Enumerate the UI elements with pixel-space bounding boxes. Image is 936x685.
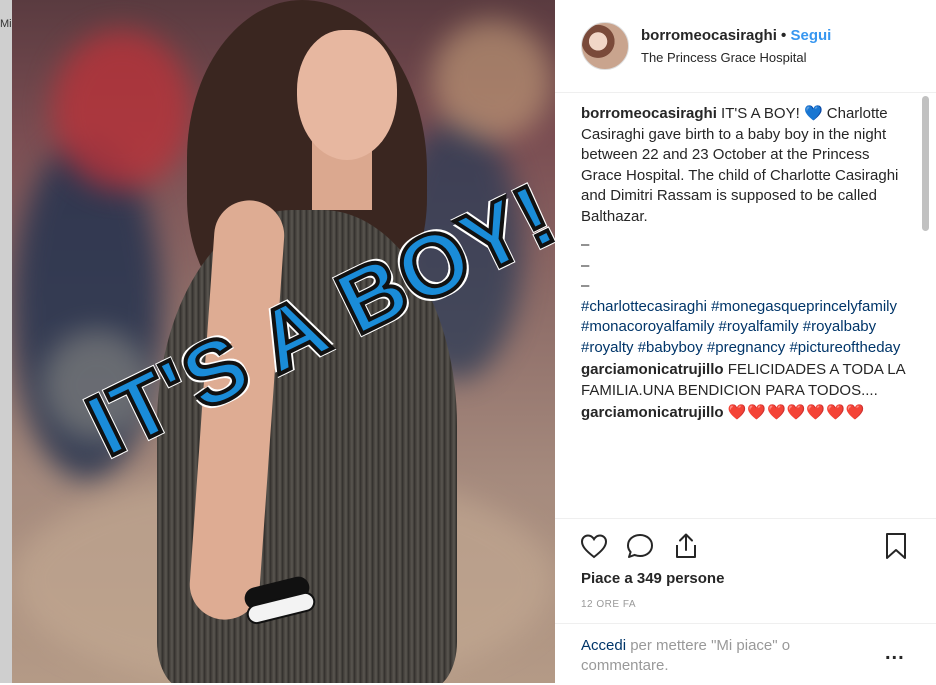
caption-hashtags[interactable]: #charlottecasiraghi #monegasqueprincelyf… (581, 297, 906, 359)
comment-item: garciamonicatrujillo ❤️❤️❤️❤️❤️❤️❤️ (581, 403, 906, 424)
location-link[interactable]: The Princess Grace Hospital (641, 50, 806, 65)
post-side-panel: borromeocasiraghi • Segui The Princess G… (555, 0, 936, 683)
heart-icon[interactable] (579, 531, 609, 561)
comments-list[interactable]: borromeocasiraghi IT'S A BOY! 💙 Charlott… (581, 104, 906, 516)
post-photo[interactable]: IT'S A BOY! (12, 0, 555, 683)
author-username[interactable]: borromeocasiraghi (641, 27, 777, 44)
separator-dot: • (781, 27, 787, 44)
post-timestamp[interactable]: 12 ORE FA (581, 599, 636, 610)
post-author-line: borromeocasiraghi • Segui (641, 27, 831, 44)
login-link[interactable]: Accedi (581, 637, 626, 654)
background-page-text: Mi (0, 18, 12, 30)
caption-dash: – (581, 277, 590, 294)
caption-dash: – (581, 236, 590, 253)
post-caption: borromeocasiraghi IT'S A BOY! 💙 Charlott… (581, 104, 906, 358)
more-options-button[interactable]: ... (885, 642, 905, 665)
caption-dash: – (581, 256, 590, 274)
comment-text: ❤️❤️❤️❤️❤️❤️❤️ (727, 404, 866, 421)
comment-item: garciamonicatrujillo FELICIDADES A TODA … (581, 360, 906, 401)
post-header: borromeocasiraghi • Segui The Princess G… (555, 0, 936, 93)
comment-login-prompt: Accedi per mettere "Mi piace" o commenta… (555, 623, 936, 685)
photo-bg-light (432, 20, 552, 140)
caption-text: IT'S A BOY! 💙 Charlotte Casiraghi gave b… (581, 105, 899, 225)
post-actions: Piace a 349 persone 12 ORE FA Accedi per… (555, 518, 936, 684)
comments-scrollbar[interactable] (922, 96, 929, 231)
caption-username[interactable]: borromeocasiraghi (581, 105, 717, 122)
comment-username[interactable]: garciamonicatrujillo (581, 361, 724, 378)
login-prompt: Accedi per mettere "Mi piace" o commenta… (581, 636, 831, 676)
photo-bg-rider (52, 30, 192, 190)
bookmark-icon[interactable] (881, 531, 911, 561)
comment-icon[interactable] (625, 531, 655, 561)
comment-username[interactable]: garciamonicatrujillo (581, 404, 724, 421)
share-icon[interactable] (671, 531, 701, 561)
follow-button[interactable]: Segui (790, 27, 831, 44)
avatar[interactable] (581, 22, 629, 70)
likes-count[interactable]: Piace a 349 persone (581, 570, 724, 587)
background-page: Mi (0, 0, 12, 683)
photo-woman-face (297, 30, 397, 160)
